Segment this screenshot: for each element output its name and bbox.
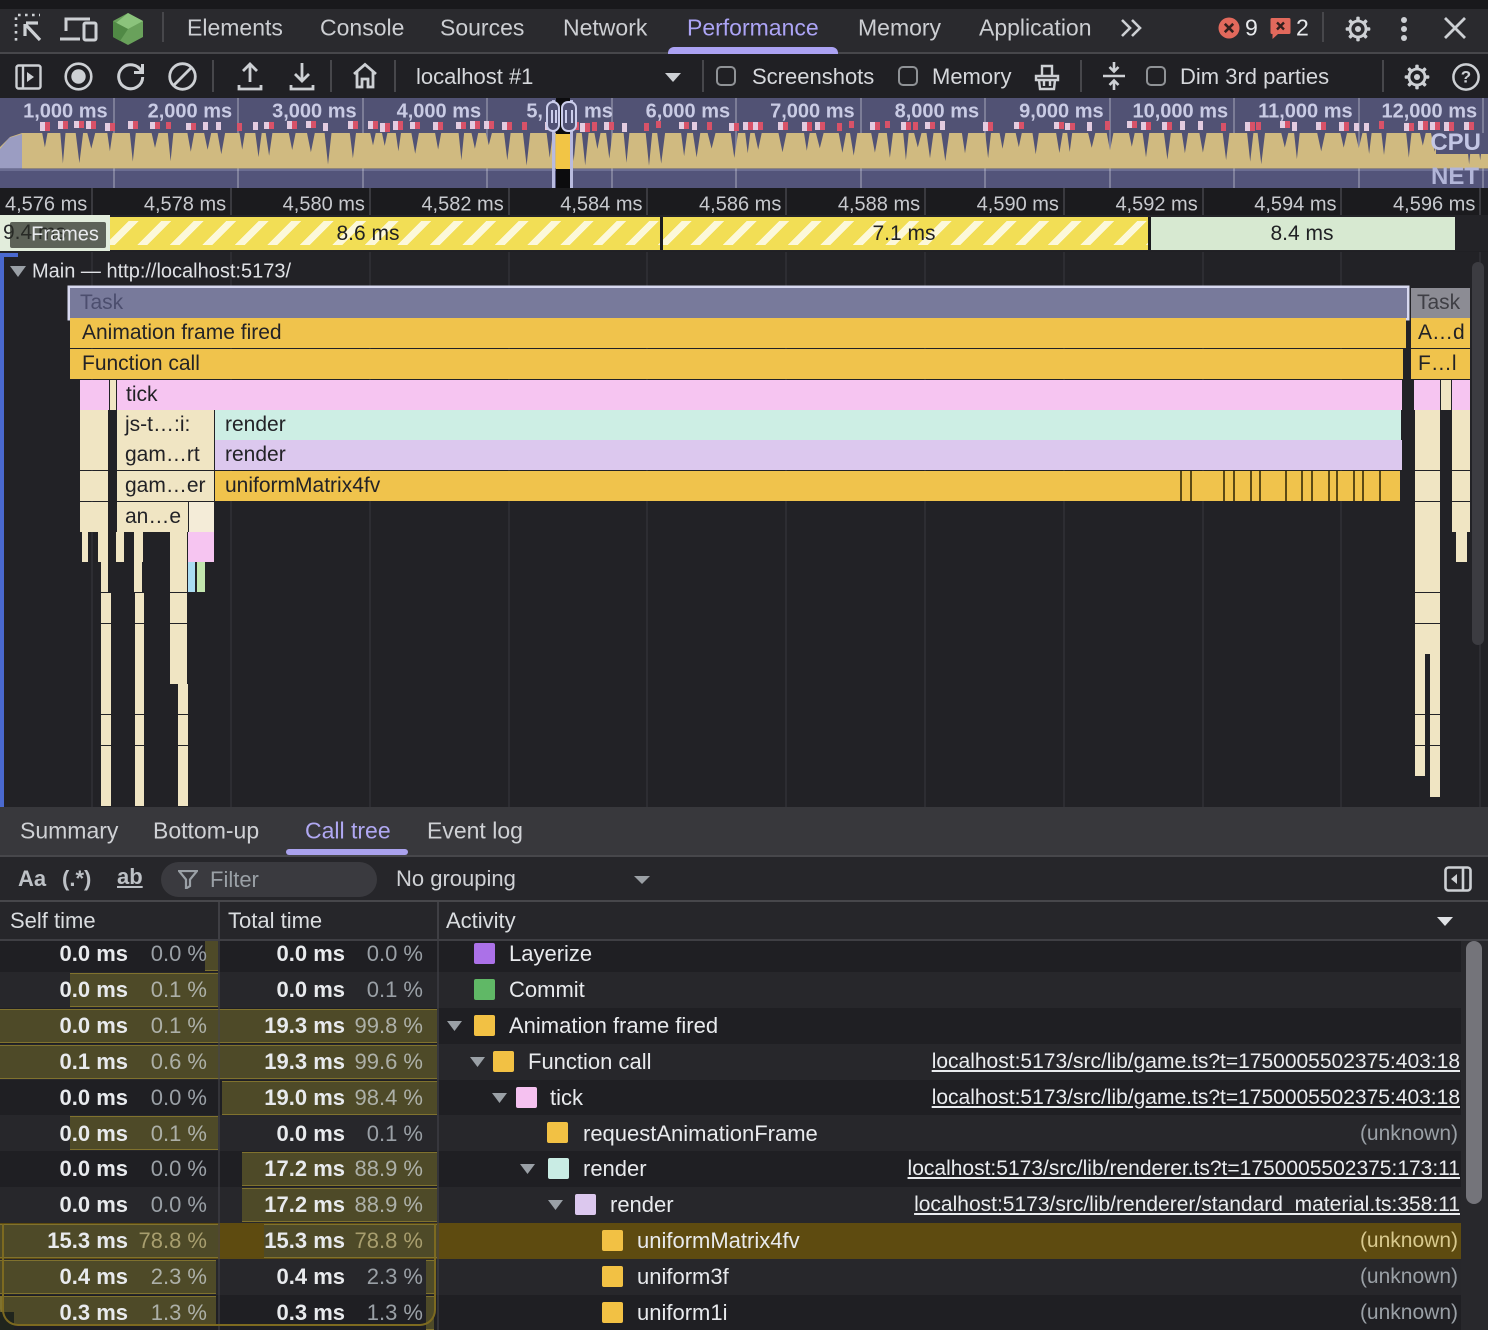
svg-text:?: ? xyxy=(1461,68,1471,87)
